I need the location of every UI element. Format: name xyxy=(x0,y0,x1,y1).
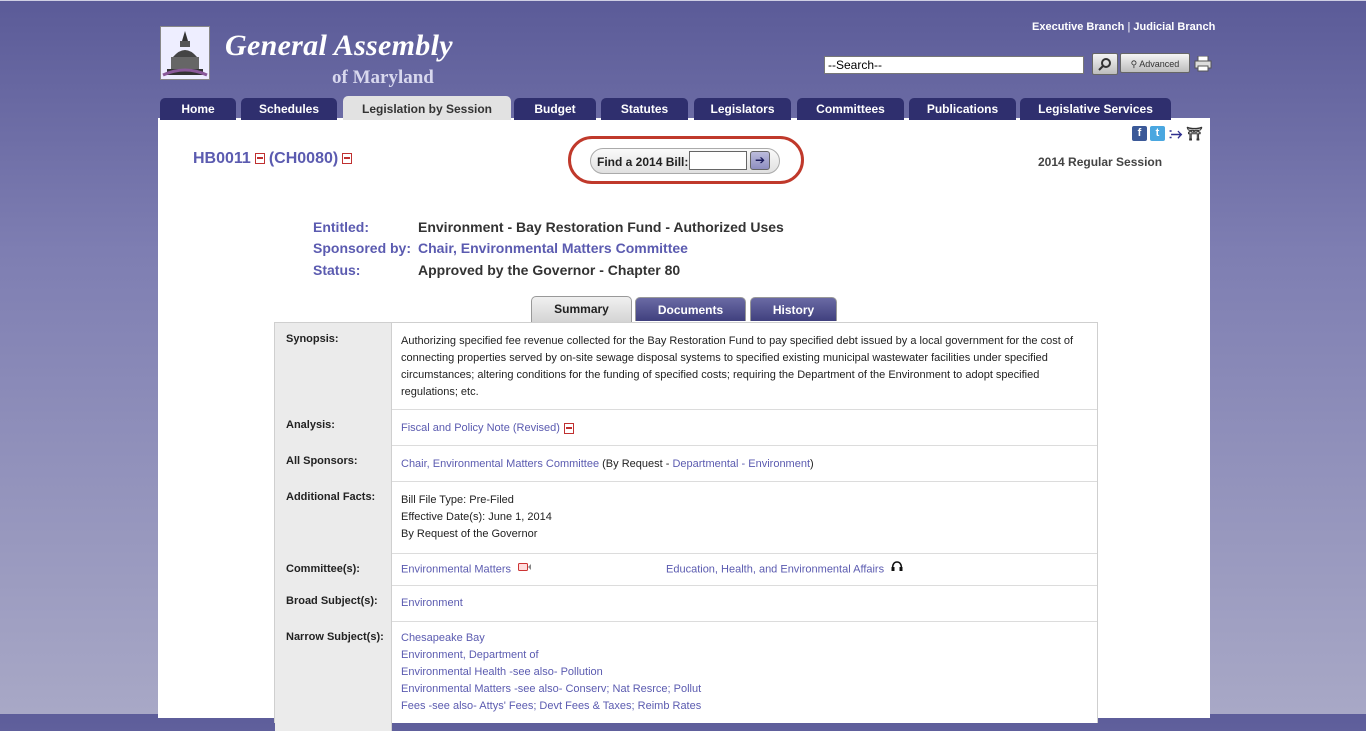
capitol-icon[interactable]: ⛩ xyxy=(1186,126,1203,141)
advanced-search-button[interactable]: ⚲ Advanced xyxy=(1120,53,1190,73)
tab-history[interactable]: History xyxy=(750,297,837,321)
search-button[interactable] xyxy=(1092,53,1118,75)
facts-label: Additional Facts: xyxy=(275,481,392,553)
site-title[interactable]: General Assembly xyxy=(225,29,453,63)
narrow-subject-link[interactable]: Environmental Health -see also- Pollutio… xyxy=(401,664,1077,681)
facts-value: Bill File Type: Pre-Filed Effective Date… xyxy=(401,481,1077,543)
sponsors-value: Chair, Environmental Matters Committee (… xyxy=(401,445,1077,473)
headphones-icon[interactable] xyxy=(891,561,903,578)
status-value: Approved by the Governor - Chapter 80 xyxy=(418,262,681,278)
sponsored-label: Sponsored by: xyxy=(313,240,412,256)
tab-legislators[interactable]: Legislators xyxy=(694,98,791,120)
table-row: All Sponsors: Chair, Environmental Matte… xyxy=(275,445,1097,482)
analysis-value: Fiscal and Policy Note (Revised) xyxy=(401,409,1077,437)
state-house-logo-icon[interactable] xyxy=(160,26,210,80)
tab-statutes[interactable]: Statutes xyxy=(601,98,688,120)
branch-links: Executive Branch | Judicial Branch xyxy=(1032,21,1215,33)
synopsis-text: Authorizing specified fee revenue collec… xyxy=(401,335,1073,398)
bill-heading: HB0011 (CH0080) xyxy=(193,150,356,168)
search-input[interactable]: --Search-- xyxy=(824,56,1084,74)
entitled-value: Environment - Bay Restoration Fund - Aut… xyxy=(418,219,784,235)
judicial-branch-link[interactable]: Judicial Branch xyxy=(1133,21,1215,33)
narrow-subject-list: Chesapeake Bay Environment, Department o… xyxy=(401,621,1077,715)
fact-line: Bill File Type: Pre-Filed xyxy=(401,494,514,506)
tab-home[interactable]: Home xyxy=(160,98,236,120)
narrow-subject-link[interactable]: Environmental Matters -see also- Conserv… xyxy=(401,681,1077,698)
bill-number[interactable]: HB0011 xyxy=(193,150,251,167)
video-icon[interactable] xyxy=(518,561,532,578)
pdf-icon[interactable] xyxy=(254,153,265,165)
house-committee-link[interactable]: Environmental Matters xyxy=(401,563,511,575)
narrow-subject-link[interactable]: Fees -see also- Attys' Fees; Devt Fees &… xyxy=(401,698,1077,715)
go-arrow-button[interactable]: ➔ xyxy=(750,151,770,170)
sponsor-link[interactable]: Chair, Environmental Matters Committee xyxy=(401,458,599,470)
synopsis-label: Synopsis: xyxy=(275,323,392,409)
tab-schedules[interactable]: Schedules xyxy=(241,98,337,120)
social-icons: f t ⧴ ⛩ xyxy=(1132,126,1203,141)
sponsor-link[interactable]: Chair, Environmental Matters Committee xyxy=(418,240,688,256)
search-icon xyxy=(1098,58,1111,71)
committees-label: Committee(s): xyxy=(275,553,392,585)
broad-subject-label: Broad Subject(s): xyxy=(275,585,392,621)
table-row: Additional Facts: Bill File Type: Pre-Fi… xyxy=(275,481,1097,554)
tab-legislative-services[interactable]: Legislative Services xyxy=(1020,98,1171,120)
table-row: Narrow Subject(s): Chesapeake Bay Enviro… xyxy=(275,621,1097,731)
table-row: Committee(s): Environmental Matters Educ… xyxy=(275,553,1097,586)
arrow-right-icon: ➔ xyxy=(754,153,766,167)
sponsors-label: All Sponsors: xyxy=(275,445,392,481)
senate-committee: Education, Health, and Environmental Aff… xyxy=(666,561,903,578)
site-subtitle: of Maryland xyxy=(332,67,434,88)
summary-table: Synopsis: Authorizing specified fee reve… xyxy=(274,322,1098,731)
close-paren: ) xyxy=(810,458,814,470)
bill-finder-label: Find a 2014 Bill: xyxy=(597,155,689,169)
tab-committees[interactable]: Committees xyxy=(797,98,904,120)
broad-subject-value: Environment xyxy=(401,585,1077,612)
departmental-link[interactable]: Departmental - Environment xyxy=(672,458,810,470)
chapter-number[interactable]: (CH0080) xyxy=(269,150,338,167)
pin-icon[interactable]: ⧴ xyxy=(1168,126,1183,141)
table-row: Synopsis: Authorizing specified fee reve… xyxy=(275,323,1097,410)
advanced-label: Advanced xyxy=(1139,59,1180,69)
narrow-subject-link[interactable]: Chesapeake Bay xyxy=(401,630,1077,647)
pdf-icon[interactable] xyxy=(342,153,353,165)
fiscal-note-link[interactable]: Fiscal and Policy Note (Revised) xyxy=(401,422,560,434)
status-label: Status: xyxy=(313,262,361,278)
entitled-label: Entitled: xyxy=(313,219,369,235)
print-icon[interactable] xyxy=(1194,55,1212,72)
narrow-subject-label: Narrow Subject(s): xyxy=(275,621,392,731)
tab-budget[interactable]: Budget xyxy=(514,98,596,120)
bill-number-input[interactable] xyxy=(689,151,747,170)
narrow-subject-link[interactable]: Environment, Department of xyxy=(401,647,1077,664)
committees-value: Environmental Matters Education, Health,… xyxy=(401,553,1077,578)
by-request-text: (By Request - xyxy=(602,458,670,470)
pdf-icon[interactable] xyxy=(563,422,574,434)
tab-legislation-by-session[interactable]: Legislation by Session xyxy=(343,96,511,120)
fact-line: By Request of the Governor xyxy=(401,528,538,540)
twitter-icon[interactable]: t xyxy=(1150,126,1165,141)
senate-committee-link[interactable]: Education, Health, and Environmental Aff… xyxy=(666,563,884,575)
environment-link[interactable]: Environment xyxy=(401,597,463,609)
fact-line: Effective Date(s): June 1, 2014 xyxy=(401,511,552,523)
search-icon: ⚲ xyxy=(1130,59,1138,69)
facebook-icon[interactable]: f xyxy=(1132,126,1147,141)
tab-documents[interactable]: Documents xyxy=(635,297,746,321)
tab-summary[interactable]: Summary xyxy=(531,296,632,322)
executive-branch-link[interactable]: Executive Branch xyxy=(1032,21,1124,33)
table-row: Broad Subject(s): Environment xyxy=(275,585,1097,622)
table-row: Analysis: Fiscal and Policy Note (Revise… xyxy=(275,409,1097,446)
tab-publications[interactable]: Publications xyxy=(909,98,1016,120)
session-label: 2014 Regular Session xyxy=(1038,155,1163,169)
analysis-label: Analysis: xyxy=(275,409,392,445)
separator: | xyxy=(1127,21,1131,33)
